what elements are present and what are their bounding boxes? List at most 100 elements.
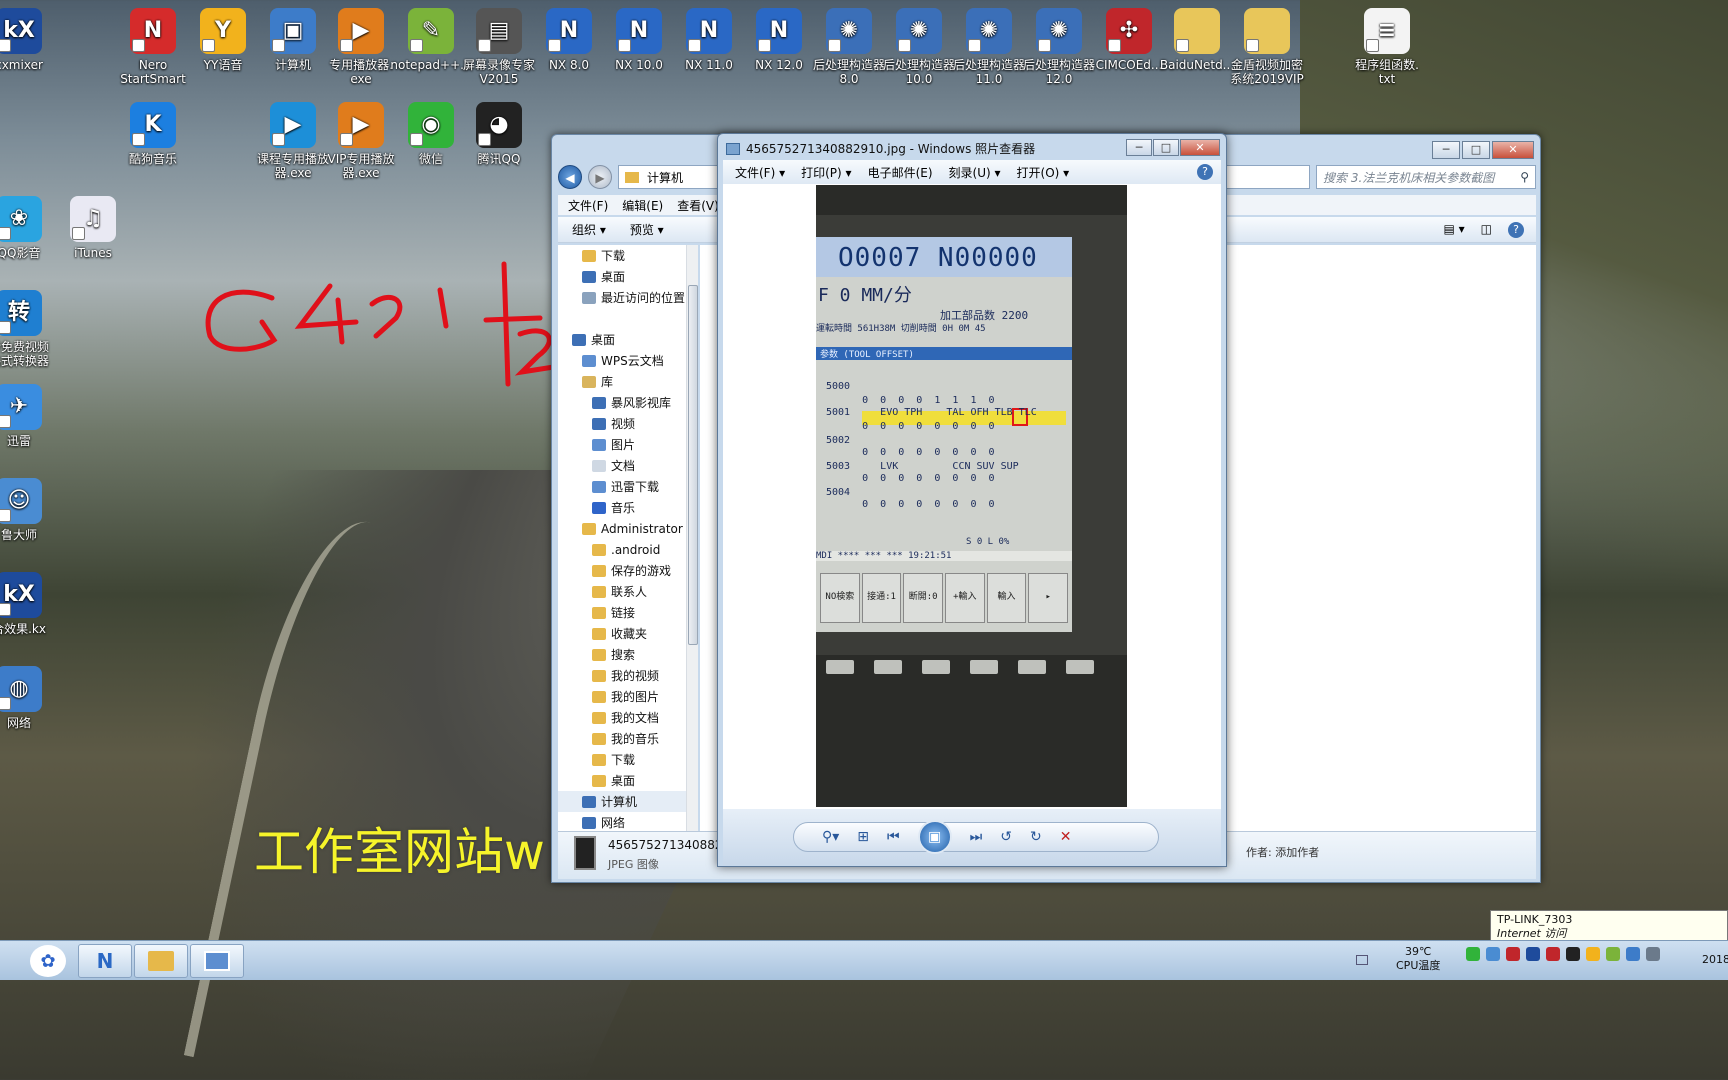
nav-item[interactable]: 网络 [558,812,698,831]
scrollbar-thumb[interactable] [688,285,698,645]
app-tray-icon[interactable] [1506,947,1520,961]
nav-item[interactable]: 我的音乐 [558,728,698,749]
cnc-softkey: NO検索 [820,573,860,623]
actual-size-icon[interactable]: ⊞ [857,829,869,845]
post-builder-icon: ✺ [896,8,942,54]
wechat-tray-icon[interactable] [1466,947,1480,961]
preview-button[interactable]: 预览 ▾ [630,221,664,238]
xiu-tray-icon[interactable] [1546,947,1560,961]
nav-item[interactable]: 下载 [558,749,698,770]
desktop-icon[interactable]: ≡ 程序组函数. txt [1346,8,1428,86]
menu-file[interactable]: 文件(F) ▾ [735,164,785,181]
ludashi-tray-icon[interactable] [1486,947,1500,961]
search-icon[interactable]: ⚲ [1520,170,1529,184]
volume-icon[interactable] [1646,947,1660,961]
slideshow-button[interactable]: ▣ [917,820,952,854]
help-icon[interactable]: ? [1197,164,1213,180]
minimize-button[interactable]: ─ [1432,141,1460,159]
help-icon[interactable]: ? [1508,221,1524,238]
navigation-pane[interactable]: 下载 桌面 最近访问的位置 桌面 WPS云文档库暴风影视库 视频 图片 文档 迅雷下载 音乐 Adm… [558,245,698,831]
nav-item[interactable]: 联系人 [558,581,698,602]
desktop-icon[interactable]: kX 合效果.kx [0,572,60,636]
next-icon[interactable]: ⏭ [970,829,983,845]
nav-item[interactable]: 我的图片 [558,686,698,707]
cnc-param-row: 5000 [826,381,851,392]
maximize-button[interactable]: □ [1153,139,1179,156]
nav-item[interactable]: WPS云文档 [558,350,698,371]
back-button[interactable]: ◀ [558,165,582,189]
explorer-taskbar-button[interactable] [134,944,188,978]
nav-item[interactable]: .android [558,539,698,560]
breadcrumb-computer[interactable]: 计算机 [647,169,683,186]
desktop-icon[interactable]: kX cxmixer [0,8,60,72]
desktop-icon[interactable]: K 酷狗音乐 [112,102,194,166]
desktop-icon[interactable]: ☺ 鲁大师 [0,478,60,542]
zoom-icon[interactable]: ⚲▾ [822,829,839,845]
yy-tray-icon[interactable] [1586,947,1600,961]
nav-item[interactable]: 搜索 [558,644,698,665]
nav-item-label: 我的图片 [611,690,660,704]
forward-button[interactable]: ▶ [588,165,612,189]
search-input[interactable]: 搜索 3.法兰克机床相关参数截图 ⚲ [1316,165,1536,189]
nav-item[interactable]: 图片 [558,434,698,455]
nav-item[interactable]: 我的视频 [558,665,698,686]
nav-item[interactable]: 收藏夹 [558,623,698,644]
delete-icon[interactable]: ✕ [1060,829,1072,845]
qq-tray-icon[interactable] [1566,947,1580,961]
nav-item[interactable]: 计算机 [558,791,698,812]
nav-item[interactable]: 桌面 [558,329,698,350]
menu-file[interactable]: 文件(F) [568,197,608,214]
close-button[interactable]: ✕ [1492,141,1534,159]
organize-button[interactable]: 组织 ▾ [572,221,606,238]
network-tray-icon[interactable] [1626,947,1640,961]
nav-item[interactable]: Administrator [558,518,698,539]
menu-open[interactable]: 打开(O) ▾ [1017,164,1070,181]
nav-item[interactable]: 下载 [558,245,698,266]
nav-item-label: Administrator [601,521,683,536]
minimize-button[interactable]: ─ [1126,139,1152,156]
rotate-left-icon[interactable]: ↺ [1000,829,1012,845]
desktop-icon[interactable]: ❀ QQ影音 [0,196,60,260]
nav-item[interactable]: 视频 [558,413,698,434]
keyboard-icon[interactable] [1356,955,1368,965]
nav-item[interactable]: 暴风影视库 [558,392,698,413]
menu-email[interactable]: 电子邮件(E) [868,164,933,181]
preview-pane-icon[interactable]: ◫ [1481,222,1492,238]
photo-viewer-taskbar-button[interactable] [190,944,244,978]
nav-item[interactable]: 库 [558,371,698,392]
kugou-icon: K [130,102,176,148]
nav-item[interactable]: 最近访问的位置 [558,287,698,308]
nav-scrollbar[interactable] [686,245,698,831]
nav-item[interactable]: 我的文档 [558,707,698,728]
360-tray-icon[interactable] [1606,947,1620,961]
menu-edit[interactable]: 编辑(E) [622,197,663,214]
menu-view[interactable]: 查看(V) [677,197,719,214]
baidu-netdisk-taskbar-icon[interactable]: ✿ [30,945,66,977]
nav-item[interactable]: 桌面 [558,770,698,791]
nav-item[interactable]: 音乐 [558,497,698,518]
desktop-icon[interactable]: 金盾视频加密 系统2019VIP [1226,8,1308,86]
desktop-icon-label: 酷狗音乐 [128,152,177,166]
desktop-icon[interactable]: ◕ 腾讯QQ [458,102,540,166]
nav-item[interactable]: 桌面 [558,266,698,287]
nx-taskbar-button[interactable]: N [78,944,132,978]
view-options-icon[interactable]: ▤ ▾ [1443,222,1464,238]
close-button[interactable]: ✕ [1180,139,1220,156]
desktop-icon[interactable]: 转转免费视频 格式转换器 [0,290,60,368]
menu-print[interactable]: 打印(P) ▾ [801,164,851,181]
previous-icon[interactable]: ⏮ [887,829,900,845]
nav-item[interactable]: 迅雷下载 [558,476,698,497]
details-author[interactable]: 作者: 添加作者 [1246,844,1319,860]
nav-item[interactable]: 保存的游戏 [558,560,698,581]
clock[interactable]: 2018 [1702,953,1728,966]
folder-icon [582,354,596,367]
desktop-icon[interactable]: ◍ 网络 [0,666,60,730]
desktop-icon[interactable]: ✈ 迅雷 [0,384,60,448]
kx-tray-icon[interactable] [1526,947,1540,961]
menu-burn[interactable]: 刻录(U) ▾ [949,164,1001,181]
desktop-icon[interactable]: ♫ iTunes [52,196,134,260]
maximize-button[interactable]: □ [1462,141,1490,159]
nav-item[interactable]: 链接 [558,602,698,623]
rotate-right-icon[interactable]: ↻ [1030,829,1042,845]
nav-item[interactable]: 文档 [558,455,698,476]
